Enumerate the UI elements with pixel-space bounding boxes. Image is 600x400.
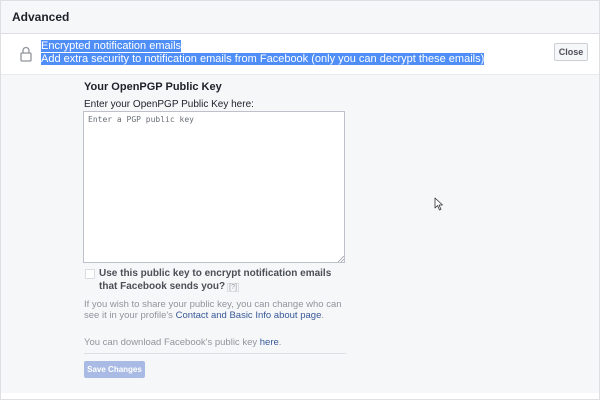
pgp-key-heading: Your OpenPGP Public Key bbox=[84, 81, 222, 93]
lock-icon bbox=[20, 46, 32, 62]
contact-info-link[interactable]: Contact and Basic Info about page bbox=[176, 310, 322, 321]
help-icon[interactable]: [?] bbox=[227, 283, 239, 292]
encrypt-notifications-label[interactable]: Use this public key to encrypt notificat… bbox=[99, 267, 339, 294]
close-button[interactable]: Close bbox=[554, 43, 588, 61]
setting-description: Add extra security to notification email… bbox=[41, 53, 485, 65]
pgp-key-input[interactable] bbox=[83, 111, 345, 263]
setting-text: Encrypted notification emails Add extra … bbox=[41, 40, 485, 66]
checkbox-label-text: Use this public key to encrypt notificat… bbox=[99, 268, 332, 292]
encrypt-notifications-checkbox[interactable] bbox=[85, 269, 95, 279]
download-text-suffix: . bbox=[278, 337, 282, 348]
share-text-suffix: . bbox=[321, 310, 324, 321]
download-key-link[interactable]: here bbox=[260, 337, 279, 348]
resize-grip-icon[interactable] bbox=[337, 255, 344, 262]
encrypted-emails-setting-row: Encrypted notification emails Add extra … bbox=[1, 34, 599, 75]
pgp-key-field-label: Enter your OpenPGP Public Key here: bbox=[84, 99, 254, 110]
download-key-info: You can download Facebook's public key h… bbox=[84, 337, 281, 348]
section-header: Advanced bbox=[1, 1, 599, 34]
divider bbox=[84, 353, 346, 354]
save-changes-button[interactable]: Save Changes bbox=[84, 361, 145, 378]
download-text-prefix: You can download Facebook's public key bbox=[84, 337, 260, 348]
setting-title: Encrypted notification emails bbox=[41, 40, 182, 52]
mouse-cursor-icon bbox=[434, 197, 443, 211]
share-key-info: If you wish to share your public key, yo… bbox=[84, 299, 346, 321]
section-title: Advanced bbox=[12, 10, 70, 24]
